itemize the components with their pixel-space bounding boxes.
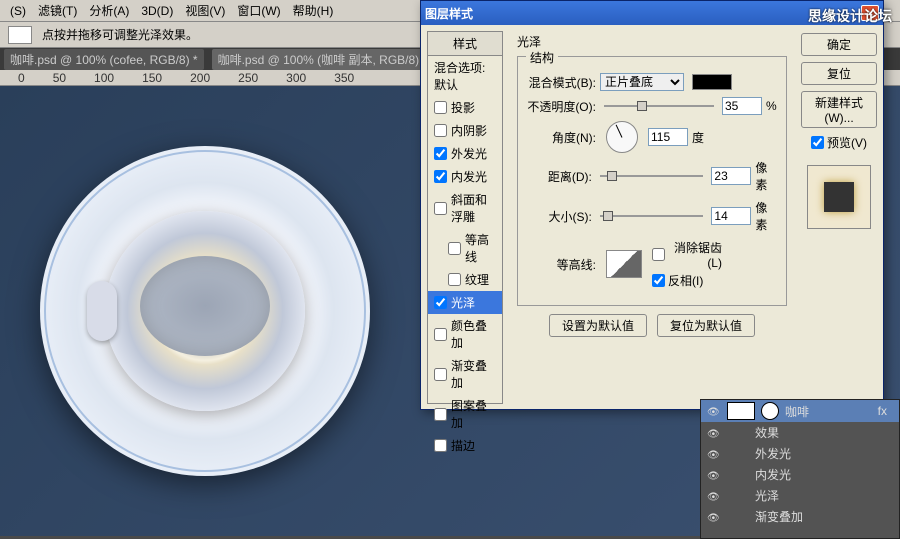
- style-settings: 光泽 结构 混合模式(B): 正片叠底 不透明度(O): % 角度(N):: [509, 25, 795, 410]
- visibility-icon[interactable]: [707, 447, 721, 461]
- checkbox[interactable]: [434, 202, 447, 215]
- checkbox[interactable]: [448, 273, 461, 286]
- layer-thumb[interactable]: [727, 402, 755, 420]
- contour-label: 等高线:: [526, 256, 596, 273]
- checkbox[interactable]: [434, 124, 447, 137]
- checkbox[interactable]: [434, 439, 447, 452]
- style-color-overlay[interactable]: 颜色叠加: [428, 314, 502, 354]
- style-drop-shadow[interactable]: 投影: [428, 96, 502, 119]
- styles-header[interactable]: 样式: [428, 32, 502, 56]
- size-label: 大小(S):: [526, 208, 592, 225]
- make-default-button[interactable]: 设置为默认值: [549, 314, 647, 337]
- style-outer-glow[interactable]: 外发光: [428, 142, 502, 165]
- options-hint: 点按并拖移可调整光泽效果。: [42, 26, 198, 43]
- checkbox[interactable]: [434, 170, 447, 183]
- preview-checkbox[interactable]: 预览(V): [811, 134, 867, 151]
- angle-input[interactable]: [648, 128, 688, 146]
- watermark: 思缘设计论坛: [808, 6, 892, 26]
- layer-style-dialog: 图层样式 × 样式 混合选项:默认 投影 内阴影 外发光 内发光 斜面和浮雕 等…: [420, 0, 884, 410]
- ok-button[interactable]: 确定: [801, 33, 877, 56]
- tool-preset-icon[interactable]: [8, 26, 32, 44]
- effect-row[interactable]: 内发光: [701, 464, 899, 485]
- document-tab[interactable]: 咖啡.psd @ 100% (咖啡 副本, RGB/8) *: [212, 49, 434, 70]
- visibility-icon[interactable]: [707, 468, 721, 482]
- blend-mode-label: 混合模式(B):: [526, 74, 596, 91]
- new-style-button[interactable]: 新建样式(W)...: [801, 91, 877, 128]
- group-legend: 结构: [526, 49, 558, 66]
- checkbox[interactable]: [448, 242, 461, 255]
- checkbox[interactable]: [434, 368, 447, 381]
- document-tab[interactable]: 咖啡.psd @ 100% (cofee, RGB/8) *: [4, 49, 204, 70]
- style-pattern-overlay[interactable]: 图案叠加: [428, 394, 502, 434]
- opacity-label: 不透明度(O):: [526, 98, 596, 115]
- cancel-button[interactable]: 复位: [801, 62, 877, 85]
- menu-item[interactable]: 帮助(H): [287, 2, 340, 19]
- unit: 度: [692, 129, 704, 146]
- preview-swatch: [807, 165, 871, 229]
- layer-name[interactable]: 咖啡: [785, 403, 809, 420]
- layer-mask-icon[interactable]: [761, 402, 779, 420]
- checkbox[interactable]: [434, 328, 447, 341]
- dialog-title: 图层样式: [425, 5, 473, 22]
- effect-row[interactable]: 渐变叠加: [701, 506, 899, 527]
- style-texture[interactable]: 纹理: [428, 268, 502, 291]
- distance-label: 距离(D):: [526, 168, 592, 185]
- distance-input[interactable]: [711, 167, 751, 185]
- size-input[interactable]: [711, 207, 751, 225]
- menu-item[interactable]: (S): [4, 4, 32, 18]
- reset-default-button[interactable]: 复位为默认值: [657, 314, 755, 337]
- unit: 像素: [755, 159, 778, 193]
- panel-title: 光泽: [517, 33, 787, 50]
- blend-mode-select[interactable]: 正片叠底: [600, 73, 684, 91]
- opacity-input[interactable]: [722, 97, 762, 115]
- checkbox[interactable]: [434, 408, 447, 421]
- style-blending-options[interactable]: 混合选项:默认: [428, 56, 502, 96]
- style-contour[interactable]: 等高线: [428, 228, 502, 268]
- style-inner-glow[interactable]: 内发光: [428, 165, 502, 188]
- checkbox[interactable]: [434, 296, 447, 309]
- color-swatch[interactable]: [692, 74, 732, 90]
- checkbox[interactable]: [434, 101, 447, 114]
- unit: 像素: [755, 199, 778, 233]
- layer-row[interactable]: 咖啡 fx: [701, 400, 899, 422]
- menu-item[interactable]: 视图(V): [179, 2, 231, 19]
- effect-row[interactable]: 效果: [701, 422, 899, 443]
- effect-row[interactable]: 光泽: [701, 485, 899, 506]
- structure-group: 结构 混合模式(B): 正片叠底 不透明度(O): % 角度(N): 度: [517, 56, 787, 306]
- visibility-icon[interactable]: [707, 489, 721, 503]
- checkbox[interactable]: [434, 147, 447, 160]
- visibility-icon[interactable]: [707, 510, 721, 524]
- contour-picker[interactable]: [606, 250, 642, 278]
- visibility-icon[interactable]: [707, 404, 721, 418]
- artwork-handle: [87, 281, 117, 341]
- style-gradient-overlay[interactable]: 渐变叠加: [428, 354, 502, 394]
- menu-item[interactable]: 分析(A): [83, 2, 135, 19]
- unit: %: [766, 99, 777, 113]
- style-inner-shadow[interactable]: 内阴影: [428, 119, 502, 142]
- menu-item[interactable]: 滤镜(T): [32, 2, 83, 19]
- artwork-cup: [105, 211, 305, 411]
- dialog-right-column: 确定 复位 新建样式(W)... 预览(V): [795, 25, 883, 410]
- angle-dial[interactable]: [606, 121, 638, 153]
- antialias-checkbox[interactable]: 消除锯齿(L): [652, 239, 722, 270]
- angle-label: 角度(N):: [526, 129, 596, 146]
- invert-checkbox[interactable]: 反相(I): [652, 272, 722, 289]
- menu-item[interactable]: 窗口(W): [231, 2, 286, 19]
- layers-panel: 咖啡 fx 效果 外发光 内发光 光泽 渐变叠加: [700, 399, 900, 539]
- style-stroke[interactable]: 描边: [428, 434, 502, 457]
- fx-badge[interactable]: fx: [878, 404, 887, 418]
- style-bevel[interactable]: 斜面和浮雕: [428, 188, 502, 228]
- distance-slider[interactable]: [600, 169, 704, 183]
- opacity-slider[interactable]: [604, 99, 714, 113]
- style-satin[interactable]: 光泽: [428, 291, 502, 314]
- effect-row[interactable]: 外发光: [701, 443, 899, 464]
- visibility-icon[interactable]: [707, 426, 721, 440]
- styles-list: 样式 混合选项:默认 投影 内阴影 外发光 内发光 斜面和浮雕 等高线 纹理 光…: [427, 31, 503, 404]
- artwork-saucer: [40, 146, 370, 476]
- size-slider[interactable]: [600, 209, 704, 223]
- menu-item[interactable]: 3D(D): [135, 4, 179, 18]
